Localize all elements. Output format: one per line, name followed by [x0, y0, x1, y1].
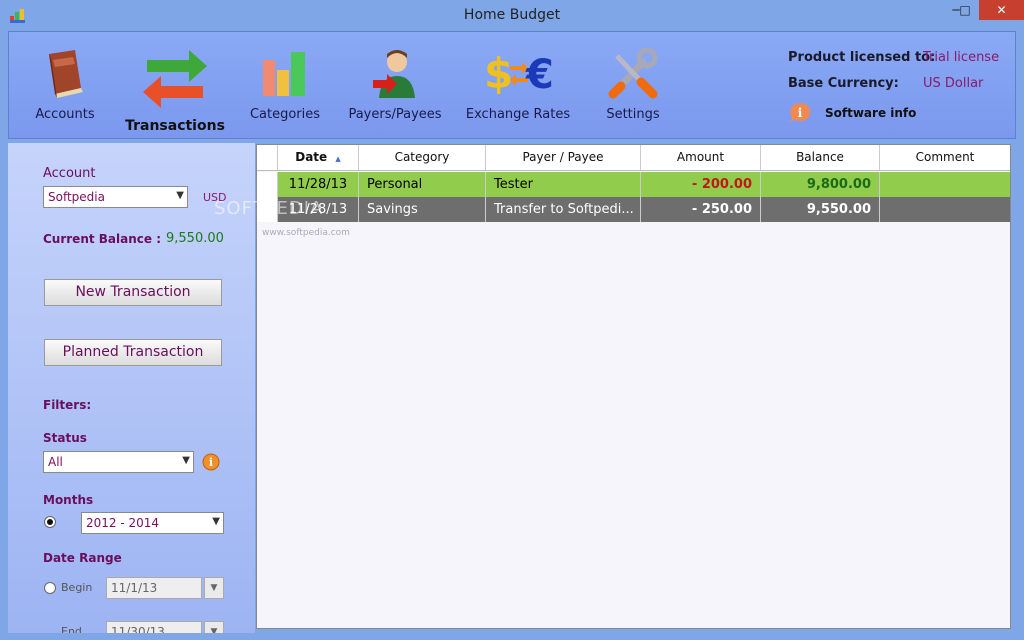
chevron-down-icon: ▼	[212, 516, 220, 527]
currency-exchange-icon: $ €	[484, 49, 554, 98]
info-bubble-icon: i	[790, 102, 811, 123]
cell-balance: 9,550.00	[761, 197, 880, 222]
main-toolbar: Accounts Transactions Categories Payers/…	[8, 31, 1016, 139]
maximize-button[interactable]: □	[952, 0, 978, 20]
grid-header-date[interactable]: Date ▲	[278, 145, 359, 170]
grid-header-date-label: Date	[295, 150, 328, 164]
bar-chart-icon	[263, 52, 305, 96]
toolbar-payers[interactable]: Payers/Payees	[345, 32, 445, 138]
chevron-down-icon: ▼	[182, 455, 190, 466]
filters-label: Filters:	[43, 398, 92, 412]
daterange-label: Date Range	[43, 551, 122, 565]
account-select-value: Softpedia	[48, 190, 105, 204]
software-info-label: Software info	[825, 106, 917, 120]
cell-payee: Transfer to Softpedi...	[486, 197, 641, 222]
licensed-value: Trial license	[923, 50, 1000, 65]
status-select-value: All	[48, 455, 63, 469]
currency-label: Base Currency:	[788, 76, 899, 91]
balance-value: 9,550.00	[166, 231, 224, 246]
toolbar-exchange-label: Exchange Rates	[465, 107, 571, 122]
account-label: Account	[43, 166, 96, 181]
table-row[interactable]: 11/28/13 Savings Transfer to Softpedi...…	[257, 197, 1010, 222]
toolbar-transactions-label: Transactions	[125, 118, 225, 134]
tools-icon	[608, 48, 658, 99]
cell-comment	[880, 197, 1010, 222]
title-bar: Home Budget ─ □ ✕	[0, 0, 1024, 31]
watermark: SOFTPEDIA	[214, 198, 324, 219]
new-transaction-button[interactable]: New Transaction	[44, 279, 222, 306]
sort-ascending-icon: ▲	[335, 155, 341, 163]
toolbar-settings[interactable]: Settings	[593, 32, 673, 138]
end-date-input[interactable]: 11/30/13	[106, 621, 202, 633]
toolbar-settings-label: Settings	[606, 107, 660, 122]
watermark-url: www.softpedia.com	[262, 228, 350, 238]
close-button[interactable]: ✕	[979, 0, 1024, 20]
grid-header-comment[interactable]: Comment	[880, 145, 1010, 170]
account-select[interactable]: Softpedia ▼	[43, 186, 188, 208]
toolbar-categories-label: Categories	[249, 107, 321, 122]
end-label: End	[61, 625, 82, 633]
toolbar-accounts-label: Accounts	[35, 107, 95, 122]
toolbar-accounts[interactable]: Accounts	[29, 32, 101, 138]
status-info-icon[interactable]: i	[202, 453, 220, 471]
svg-text:i: i	[209, 456, 213, 469]
status-select[interactable]: All ▼	[43, 451, 194, 473]
window-title: Home Budget	[463, 7, 561, 23]
months-select[interactable]: 2012 - 2014 ▼	[81, 512, 224, 534]
cell-amount: - 250.00	[641, 197, 761, 222]
months-label: Months	[43, 493, 94, 507]
table-row[interactable]: 11/28/13 Personal Tester - 200.00 9,800.…	[257, 172, 1010, 197]
begin-date-input[interactable]: 11/1/13	[106, 577, 202, 599]
planned-transaction-button[interactable]: Planned Transaction	[44, 339, 222, 366]
cell-amount: - 200.00	[641, 172, 761, 197]
end-date-dropdown[interactable]: ▼	[204, 621, 224, 633]
grid-header-amount[interactable]: Amount	[641, 145, 761, 170]
status-label: Status	[43, 431, 87, 445]
cell-comment	[880, 172, 1010, 197]
cell-category: Savings	[359, 197, 486, 222]
person-icon	[373, 50, 415, 98]
cell-category: Personal	[359, 172, 486, 197]
cell-payee: Tester	[486, 172, 641, 197]
cell-date: 11/28/13	[278, 172, 359, 197]
row-indicator	[257, 172, 278, 197]
grid-header-indicator	[257, 145, 278, 170]
toolbar-transactions[interactable]: Transactions	[125, 32, 225, 138]
months-radio[interactable]	[44, 516, 56, 528]
months-select-value: 2012 - 2014	[86, 516, 160, 530]
balance-label: Current Balance :	[43, 232, 162, 246]
begin-date-dropdown[interactable]: ▼	[204, 577, 224, 599]
toolbar-payers-label: Payers/Payees	[348, 107, 442, 122]
grid-header-balance[interactable]: Balance	[761, 145, 880, 170]
toolbar-categories[interactable]: Categories	[245, 32, 325, 138]
grid-header-payee[interactable]: Payer / Payee	[486, 145, 641, 170]
grid-header: Date ▲ Category Payer / Payee Amount Bal…	[257, 145, 1010, 171]
daterange-radio[interactable]	[44, 582, 56, 594]
svg-text:$: $	[484, 49, 513, 98]
chevron-down-icon: ▼	[176, 190, 184, 201]
transactions-grid: Date ▲ Category Payer / Payee Amount Bal…	[256, 144, 1011, 629]
begin-label: Begin	[61, 581, 93, 594]
svg-text:€: €	[525, 52, 554, 98]
grid-header-category[interactable]: Category	[359, 145, 486, 170]
svg-text:i: i	[798, 106, 803, 120]
book-icon	[49, 50, 83, 98]
licensed-label: Product licensed to:	[788, 50, 936, 65]
arrows-icon	[143, 50, 207, 108]
software-info-button[interactable]: i Software info	[788, 102, 928, 124]
cell-balance: 9,800.00	[761, 172, 880, 197]
toolbar-exchange-rates[interactable]: $ € Exchange Rates	[465, 32, 571, 138]
currency-value: US Dollar	[923, 76, 984, 91]
